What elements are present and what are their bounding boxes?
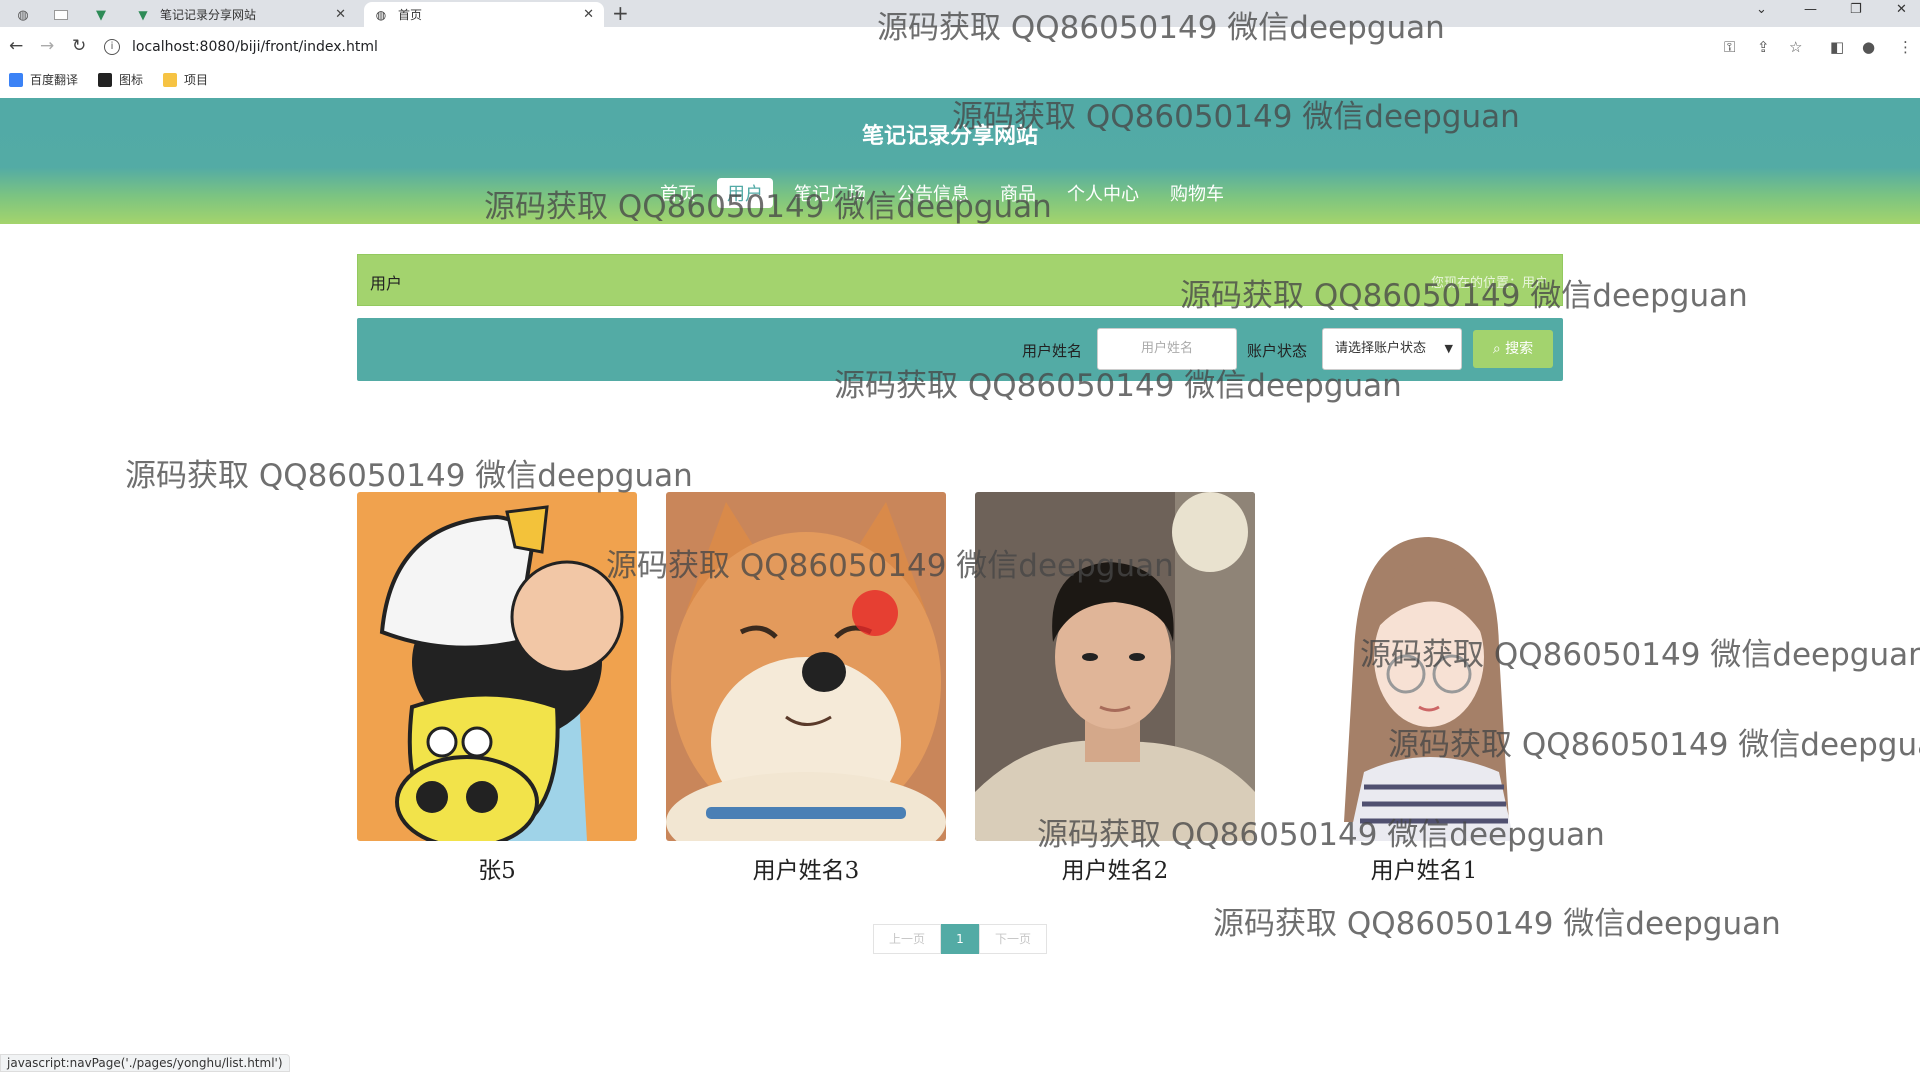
vue-logo-icon: ▼	[138, 7, 148, 22]
nav-notes-square[interactable]: 笔记广场	[784, 178, 876, 208]
name-search-input[interactable]: 用户姓名	[1097, 328, 1237, 370]
watermark-text: 源码获取 QQ86050149 微信deepguan	[1213, 906, 1781, 942]
profile-icon[interactable]: ●	[1862, 38, 1875, 56]
avatar[interactable]	[1284, 492, 1564, 841]
cartoon-boy-avatar-image	[357, 492, 637, 841]
user-name[interactable]: 用户姓名3	[666, 851, 946, 885]
url-field[interactable]: i localhost:8080/biji/front/index.html	[104, 33, 1704, 61]
nav-cart[interactable]: 购物车	[1160, 178, 1234, 208]
bookmark-icons[interactable]: 图标	[98, 71, 143, 88]
bookmark-baidu-translate[interactable]: 百度翻译	[9, 71, 78, 88]
info-icon[interactable]: i	[104, 39, 120, 55]
close-icon[interactable]: ✕	[335, 7, 346, 22]
forward-button[interactable]: →	[40, 36, 54, 56]
browser-tab-strip: ◍ ▼ ▼ 笔记记录分享网站 ✕ ◍ 首页 ✕ + ⌄ — ❐ ✕	[0, 0, 1920, 27]
bookmark-label: 百度翻译	[30, 73, 79, 87]
young-man-avatar-image	[975, 492, 1255, 841]
breadcrumb: 用户 您现在的位置：用户	[357, 254, 1563, 306]
address-bar-row: ← → ↻ i localhost:8080/biji/front/index.…	[0, 27, 1920, 67]
minimize-button[interactable]: —	[1804, 2, 1817, 17]
bookmark-project[interactable]: 项目	[163, 71, 208, 88]
url-text: localhost:8080/biji/front/index.html	[132, 39, 378, 55]
nav-profile[interactable]: 个人中心	[1057, 178, 1149, 208]
main-nav: 首页 用户 笔记广场 公告信息 商品 个人中心 购物车	[650, 178, 1245, 208]
tab-notes-site[interactable]: ▼ 笔记记录分享网站 ✕	[126, 2, 356, 27]
globe-icon[interactable]: ◍	[8, 3, 38, 27]
status-bar-link: javascript:navPage('./pages/yonghu/list.…	[0, 1054, 290, 1072]
page-number-button[interactable]: 1	[941, 924, 979, 954]
bookmark-label: 图标	[119, 73, 144, 87]
chevron-down-icon: ▼	[1444, 342, 1453, 355]
search-form: 用户姓名 用户姓名 账户状态 请选择账户状态 ▼ ⌕ 搜索	[357, 318, 1563, 381]
vue-logo-icon[interactable]: ▼	[86, 3, 116, 27]
nav-users[interactable]: 用户	[717, 178, 773, 208]
nav-announcements[interactable]: 公告信息	[887, 178, 979, 208]
star-icon[interactable]: ☆	[1789, 38, 1802, 56]
watermark-text: 源码获取 QQ86050149 微信deepguan	[125, 458, 693, 494]
blank-tab-icon[interactable]	[46, 3, 76, 27]
close-icon[interactable]: ✕	[583, 7, 594, 22]
key-icon[interactable]: ⚿	[1724, 38, 1735, 56]
shiba-dog-avatar-image	[666, 492, 946, 841]
status-label: 账户状态	[1247, 342, 1308, 360]
search-icon: ⌕	[1492, 341, 1501, 357]
status-select[interactable]: 请选择账户状态 ▼	[1322, 328, 1462, 370]
share-icon[interactable]: ⇪	[1757, 38, 1770, 56]
chevron-down-icon[interactable]: ⌄	[1756, 2, 1767, 17]
tab-title: 首页	[398, 8, 423, 22]
user-name[interactable]: 用户姓名2	[975, 851, 1255, 885]
name-label: 用户姓名	[1022, 342, 1083, 360]
new-tab-button[interactable]: +	[612, 1, 629, 25]
search-button[interactable]: ⌕ 搜索	[1473, 330, 1553, 368]
folder-icon	[163, 72, 177, 87]
back-button[interactable]: ←	[9, 36, 23, 56]
user-card[interactable]: 用户姓名2	[975, 492, 1255, 885]
tab-home[interactable]: ◍ 首页 ✕	[364, 2, 604, 27]
menu-icon[interactable]: ⋮	[1898, 38, 1913, 56]
tab-title: 笔记记录分享网站	[160, 8, 257, 22]
pagination: 上一页 1 下一页	[873, 924, 1047, 954]
nav-home[interactable]: 首页	[650, 178, 706, 208]
close-window-button[interactable]: ✕	[1896, 2, 1907, 17]
site-header: 笔记记录分享网站 首页 用户 笔记广场 公告信息 商品 个人中心 购物车	[0, 98, 1920, 224]
user-name[interactable]: 张5	[357, 851, 637, 885]
reload-button[interactable]: ↻	[72, 36, 86, 56]
user-card[interactable]: 用户姓名3	[666, 492, 946, 885]
user-name[interactable]: 用户姓名1	[1284, 851, 1564, 885]
page-title: 用户	[370, 274, 403, 293]
click-indicator	[852, 590, 898, 636]
avatar[interactable]	[357, 492, 637, 841]
restore-button[interactable]: ❐	[1850, 2, 1862, 17]
avatar[interactable]	[666, 492, 946, 841]
avatar[interactable]	[975, 492, 1255, 841]
user-card[interactable]: 用户姓名1	[1284, 492, 1564, 885]
globe-icon: ◍	[375, 7, 387, 22]
breadcrumb-path: 您现在的位置：用户	[1430, 276, 1548, 291]
user-card[interactable]: 张5	[357, 492, 637, 885]
anime-girl-avatar-image	[1284, 492, 1564, 841]
site-title: 笔记记录分享网站	[861, 124, 1038, 149]
search-button-label: 搜索	[1505, 341, 1534, 357]
prev-page-button[interactable]: 上一页	[873, 924, 941, 954]
next-page-button[interactable]: 下一页	[979, 924, 1047, 954]
status-select-value: 请选择账户状态	[1335, 341, 1427, 356]
nav-products[interactable]: 商品	[990, 178, 1046, 208]
image-icon	[98, 72, 112, 87]
sidebar-icon[interactable]: ◧	[1830, 38, 1844, 56]
translate-icon	[9, 72, 23, 87]
bookmark-label: 项目	[184, 73, 209, 87]
bookmarks-bar: 百度翻译 图标 项目	[0, 67, 1920, 95]
